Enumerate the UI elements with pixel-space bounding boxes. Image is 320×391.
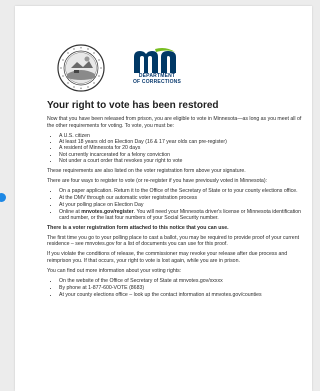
notice-title: Your right to vote has been restored (47, 100, 219, 111)
list-item: On the website of the Office of Secretar… (59, 278, 303, 284)
department-name: DEPARTMENT OF CORRECTIONS (113, 73, 201, 85)
department-line-2: OF CORRECTIONS (132, 78, 182, 85)
list-item: At your county elections office – look u… (59, 292, 303, 298)
list-item: By phone at 1-877-600-VOTE (8683) (59, 285, 303, 291)
state-seal-icon (57, 44, 105, 92)
requirements-note: These requirements are also listed on th… (47, 167, 246, 174)
intro-paragraph: Now that you have been released from pri… (47, 116, 302, 129)
scroll-marker-dot[interactable] (0, 193, 6, 202)
list-item: Not under a court order that revokes you… (59, 158, 303, 164)
attached-form-note: There is a voter registration form attac… (47, 224, 229, 231)
mn-logo-icon (134, 48, 176, 73)
ways-intro: There are four ways to register to vote … (47, 177, 267, 184)
first-time-paragraph: The first time you go to your polling pl… (47, 234, 300, 248)
violation-paragraph: If you violate the conditions of release… (47, 251, 288, 264)
notice-content: Your right to vote has been restored Now… (47, 100, 303, 302)
header-logos: DEPARTMENT OF CORRECTIONS (57, 42, 257, 94)
more-info-intro: You can find out more information about … (47, 268, 182, 275)
ways-list: On a paper application. Return it to the… (47, 188, 303, 221)
online-prefix: Online at (59, 208, 82, 215)
register-link[interactable]: mnvotes.gov/register (81, 209, 133, 215)
list-item: On a paper application. Return it to the… (59, 188, 303, 194)
requirements-list: A U.S. citizen At least 18 years old on … (47, 133, 303, 164)
list-item: Online at mnvotes.gov/register. You will… (59, 209, 303, 222)
list-item: At your polling place on Election Day (59, 202, 303, 208)
more-info-list: On the website of the Office of Secretar… (47, 278, 303, 298)
list-item: At the DMV through our automatic voter r… (59, 195, 303, 201)
notice-page: DEPARTMENT OF CORRECTIONS Your right to … (15, 6, 312, 391)
